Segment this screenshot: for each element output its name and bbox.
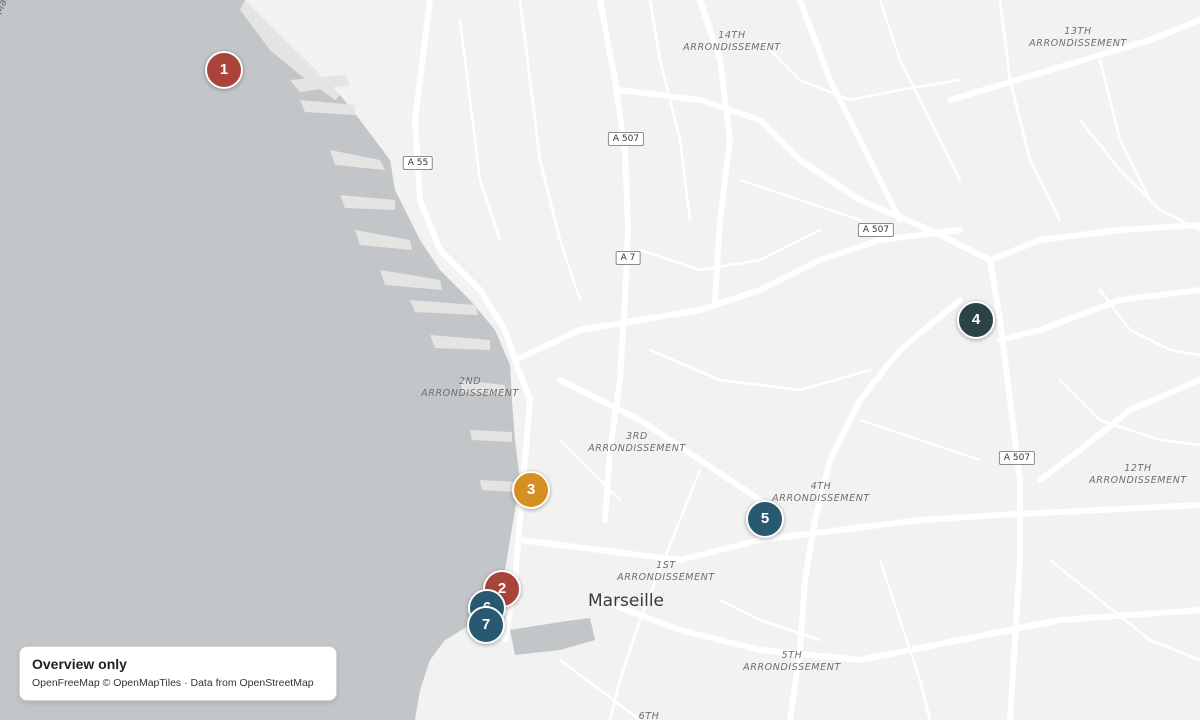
map-marker-1[interactable]: 1	[205, 51, 243, 89]
road-shield-a507: A 507	[857, 223, 895, 237]
city-label: Marseille	[587, 591, 665, 611]
road-shield-a55: A 55	[402, 156, 434, 170]
map-marker-4[interactable]: 4	[957, 301, 995, 339]
district-label-4th: 4TH ARRONDISSEMENT	[772, 481, 870, 504]
district-label-1st: 1ST ARRONDISSEMENT	[617, 560, 715, 583]
district-label-13th: 13TH ARRONDISSEMENT	[1029, 26, 1127, 49]
road-shield-a507: A 507	[607, 132, 645, 146]
attribution-title: Overview only	[32, 656, 127, 672]
basemap	[0, 0, 1200, 720]
district-label-2nd: 2ND ARRONDISSEMENT	[421, 376, 519, 399]
map-marker-3[interactable]: 3	[512, 471, 550, 509]
district-label-12th: 12TH ARRONDISSEMENT	[1089, 463, 1187, 486]
district-label-14th: 14TH ARRONDISSEMENT	[683, 30, 781, 53]
road-shield-a7: A 7	[615, 251, 641, 265]
attribution-card: Overview only OpenFreeMap © OpenMapTiles…	[19, 646, 337, 701]
district-label-3rd: 3RD ARRONDISSEMENT	[588, 431, 686, 454]
road-shield-a507: A 507	[998, 451, 1036, 465]
district-label-6th: 6TH	[638, 711, 660, 720]
map-marker-5[interactable]: 5	[746, 500, 784, 538]
map-canvas[interactable]: Marse 14THARRONDISSEMENT 13THARRONDISSEM…	[0, 0, 1200, 720]
map-marker-7[interactable]: 7	[467, 606, 505, 644]
attribution-text: OpenFreeMap © OpenMapTiles · Data from O…	[32, 677, 314, 689]
district-label-5th: 5TH ARRONDISSEMENT	[743, 650, 841, 673]
